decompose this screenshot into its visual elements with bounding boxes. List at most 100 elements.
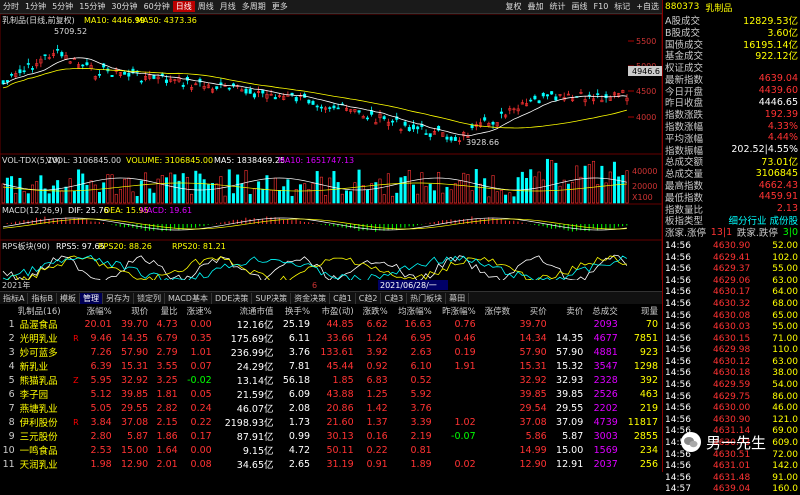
cell-8: 7.81 bbox=[288, 360, 311, 372]
col-header-14[interactable]: 买价 bbox=[514, 305, 551, 317]
volume-bar bbox=[353, 182, 357, 204]
table-row[interactable]: 11 天润乳业 1.98 12.90 2.01 0.08 34.65亿 2.65 31.19 0.… bbox=[0, 457, 662, 472]
col-header-8[interactable]: 换手% bbox=[278, 305, 315, 317]
tick-list[interactable]: 14:56 4630.90 52.00 14:56 4629.41 102.0 14:56 4… bbox=[663, 240, 800, 495]
period-5[interactable]: 60分钟 bbox=[141, 1, 173, 12]
volume-bar bbox=[504, 194, 508, 204]
tick-cell: 14:56 bbox=[665, 356, 691, 367]
toolbar-btn-1[interactable]: 叠加 bbox=[525, 1, 547, 12]
period-9[interactable]: 多周期 bbox=[239, 1, 269, 12]
candle-body bbox=[428, 133, 432, 137]
col-header-7[interactable]: 流通市值 bbox=[216, 305, 278, 317]
tick-cell: 14:56 bbox=[665, 264, 691, 275]
period-2[interactable]: 5分钟 bbox=[49, 1, 76, 12]
table-row[interactable]: 10 一鸣食品 2.53 15.00 1.64 0.00 9.15亿 4.72 50.11 0.2… bbox=[0, 443, 662, 458]
tick-row: 14:56 4630.90 121.0 bbox=[663, 414, 800, 426]
tab-8[interactable]: SUP决策 bbox=[252, 292, 292, 304]
toolbar-btn-5[interactable]: 标记 bbox=[611, 1, 633, 12]
col-header-5[interactable]: 量比 bbox=[152, 305, 181, 317]
tick-cell: 14:56 bbox=[665, 322, 691, 333]
volume-bar bbox=[311, 183, 315, 204]
volume-bar bbox=[278, 190, 282, 204]
toolbar-btn-0[interactable]: 复权 bbox=[503, 1, 525, 12]
volume-bar bbox=[445, 186, 449, 204]
tab-11[interactable]: C趋2 bbox=[356, 292, 382, 304]
table-row[interactable]: 8 伊利股份 R 3.84 37.08 2.15 0.22 2198.93亿 1.73 21.60… bbox=[0, 415, 662, 430]
table-row[interactable]: 4 新乳业 6.39 15.31 3.55 0.07 24.29亿 7.81 45.44 0.92… bbox=[0, 359, 662, 374]
cell-12: -0.07 bbox=[451, 430, 476, 442]
period-0[interactable]: 分时 bbox=[0, 1, 22, 12]
period-8[interactable]: 月线 bbox=[217, 1, 239, 12]
date-left: 2021年 bbox=[2, 280, 30, 290]
col-header-12[interactable]: 昨涨幅% bbox=[436, 305, 480, 317]
vol-tick: 40000 bbox=[632, 167, 657, 176]
toolbar-btn-2[interactable]: 统计 bbox=[547, 1, 569, 12]
col-header-0[interactable] bbox=[0, 305, 18, 317]
tab-14[interactable]: 幕田 bbox=[446, 292, 470, 304]
tab-4[interactable]: 另存为 bbox=[103, 292, 134, 304]
period-1[interactable]: 1分钟 bbox=[22, 1, 49, 12]
tab-0[interactable]: 指标A bbox=[0, 292, 29, 304]
table-row[interactable]: 6 李子园 5.12 39.85 1.81 0.05 21.59亿 6.09 43.88 1.25… bbox=[0, 387, 662, 402]
toolbar-btn-6[interactable]: +自选 bbox=[633, 1, 662, 12]
cell-5: 1.86 bbox=[156, 430, 178, 442]
table-row[interactable]: 2 光明乳业 R 9.46 14.35 6.79 0.35 175.69亿 6.11 33.66 1… bbox=[0, 331, 662, 346]
col-header-1[interactable]: 乳制品(16) bbox=[18, 305, 73, 317]
col-header-6[interactable]: 涨速% bbox=[182, 305, 216, 317]
vma10-label: MA10: 1651747.13 bbox=[278, 156, 354, 165]
col-header-3[interactable]: 涨幅% bbox=[79, 305, 116, 317]
col-header-13[interactable]: 涨停数 bbox=[480, 305, 515, 317]
tab-12[interactable]: C趋3 bbox=[381, 292, 408, 304]
table-row[interactable]: 3 妙可蓝多 7.26 57.90 2.79 1.01 236.99亿 3.76 133.61 3… bbox=[0, 345, 662, 360]
volume-bar bbox=[257, 181, 261, 204]
toolbar-btn-4[interactable]: F10 bbox=[591, 2, 612, 11]
tab-1[interactable]: 指标B bbox=[28, 292, 57, 304]
cell-13 bbox=[480, 415, 515, 429]
tab-6[interactable]: MACD基本 bbox=[165, 292, 212, 304]
table-row[interactable]: 7 燕塘乳业 5.05 29.55 2.82 0.24 46.07亿 2.08 20.86 1.4… bbox=[0, 401, 662, 416]
tick-cell: 14:56 bbox=[665, 333, 691, 344]
volume-bar bbox=[102, 182, 106, 204]
col-header-4[interactable]: 现价 bbox=[116, 305, 153, 317]
col-header-15[interactable]: 卖价 bbox=[551, 305, 588, 317]
table-row[interactable]: 1 品渥食品 20.01 39.70 4.73 0.00 12.16亿 25.19 44.85 6… bbox=[0, 317, 662, 332]
cell-6: 0.05 bbox=[190, 388, 212, 400]
period-3[interactable]: 15分钟 bbox=[76, 1, 108, 12]
col-header-9[interactable]: 市盈(动) bbox=[314, 305, 358, 317]
col-header-16[interactable]: 总成交 bbox=[587, 305, 622, 317]
period-6[interactable]: 日线 bbox=[172, 1, 195, 12]
volume-bar bbox=[286, 179, 290, 204]
cell-6: 0.00 bbox=[190, 318, 212, 330]
cell-12: 0.46 bbox=[454, 332, 476, 344]
period-4[interactable]: 30分钟 bbox=[108, 1, 140, 12]
cell-17: 256 bbox=[639, 458, 658, 470]
kline-chart[interactable]: 乳制品(日线,前复权) MA10: 4446.99MA50: 4373.36570… bbox=[0, 14, 662, 290]
candle-body bbox=[550, 91, 554, 95]
col-header-10[interactable]: 涨跌% bbox=[358, 305, 392, 317]
cell-0: 7 bbox=[8, 402, 15, 414]
period-10[interactable]: 更多 bbox=[269, 1, 291, 12]
cell-1: 光明乳业 bbox=[19, 334, 58, 345]
cell-0: 11 bbox=[2, 458, 15, 470]
cell-1: 品渥食品 bbox=[19, 320, 58, 331]
candle-body bbox=[81, 64, 85, 67]
tab-9[interactable]: 资金决策 bbox=[291, 292, 331, 304]
tab-5[interactable]: 锁定列 bbox=[134, 292, 165, 304]
volume-bar bbox=[290, 195, 294, 204]
tab-2[interactable]: 模板 bbox=[57, 292, 80, 304]
tab-10[interactable]: C趋1 bbox=[330, 292, 356, 304]
tab-13[interactable]: 热门板块 bbox=[407, 292, 447, 304]
col-header-11[interactable]: 均涨幅% bbox=[392, 305, 436, 317]
tab-3[interactable]: 管理 bbox=[79, 292, 103, 304]
cell-6: 1.01 bbox=[190, 346, 212, 358]
high-label: 5709.52 bbox=[54, 27, 87, 36]
candle-body bbox=[311, 101, 315, 105]
period-7[interactable]: 周线 bbox=[195, 1, 217, 12]
table-row[interactable]: 5 熊猫乳品 Z 5.95 32.92 3.25 -0.02 13.14亿 56.18 1.85 6… bbox=[0, 373, 662, 388]
tab-7[interactable]: DDE决策 bbox=[212, 292, 253, 304]
toolbar-btn-3[interactable]: 画线 bbox=[569, 1, 591, 12]
volume-bar bbox=[420, 172, 424, 204]
table-row[interactable]: 9 三元股份 2.80 5.87 1.86 0.17 87.91亿 0.99 30.13 0.16… bbox=[0, 429, 662, 444]
col-header-17[interactable]: 现量 bbox=[622, 305, 662, 317]
tick-cell: 14:56 bbox=[665, 380, 691, 391]
